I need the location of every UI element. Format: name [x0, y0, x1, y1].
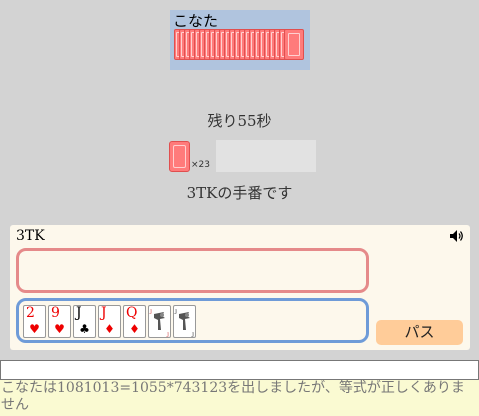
card-suit: ♦ — [129, 322, 140, 336]
submit-area[interactable] — [16, 248, 369, 293]
svg-text:J: J — [149, 309, 152, 315]
card-rank: Q — [126, 305, 138, 321]
opponent-card-back — [284, 29, 304, 60]
hand-card[interactable]: J ♣ — [73, 305, 96, 338]
speaker-icon[interactable] — [450, 230, 464, 242]
hand-card[interactable]: 9 ♥ — [48, 305, 71, 338]
turn-message: 3TKの手番です — [186, 184, 293, 202]
svg-text:J: J — [166, 332, 169, 337]
field-area — [216, 140, 316, 172]
card-suit: ♦ — [104, 322, 115, 336]
timer-text: 残り55秒 — [207, 112, 272, 130]
card-suit: ♥ — [29, 322, 40, 336]
hand-card-joker[interactable]: JJ — [173, 305, 196, 338]
hand-card[interactable]: Q ♦ — [123, 305, 146, 338]
player-hand: 2 ♥ 9 ♥ J ♣ J ♦ Q ♦ J J J J — [16, 298, 369, 343]
hand-card[interactable]: J ♦ — [98, 305, 121, 338]
opponent-hand — [174, 29, 306, 61]
player-panel: 3TK 2 ♥ 9 ♥ J ♣ J ♦ Q ♦ J J J J パス — [10, 225, 470, 350]
card-rank: 2 — [26, 305, 35, 321]
player-name: 3TK — [16, 228, 45, 244]
game-log: こなたは1081013=1055*743123を出しましたが、等式が正しくありま… — [0, 380, 479, 416]
deck-count: ×23 — [191, 160, 210, 170]
chat-input[interactable] — [0, 360, 479, 380]
svg-text:J: J — [191, 332, 194, 337]
card-suit: ♥ — [54, 322, 65, 336]
svg-text:J: J — [174, 309, 177, 315]
card-suit: ♣ — [79, 322, 90, 336]
card-rank: J — [101, 305, 107, 321]
hand-card[interactable]: 2 ♥ — [23, 305, 46, 338]
pass-button[interactable]: パス — [376, 320, 463, 345]
hand-card-joker[interactable]: JJ — [148, 305, 171, 338]
opponent-name: こなた — [173, 12, 219, 30]
opponent-area: こなた — [170, 10, 310, 70]
card-rank: 9 — [51, 305, 60, 321]
card-rank: J — [76, 305, 82, 321]
deck-card[interactable] — [169, 141, 190, 172]
